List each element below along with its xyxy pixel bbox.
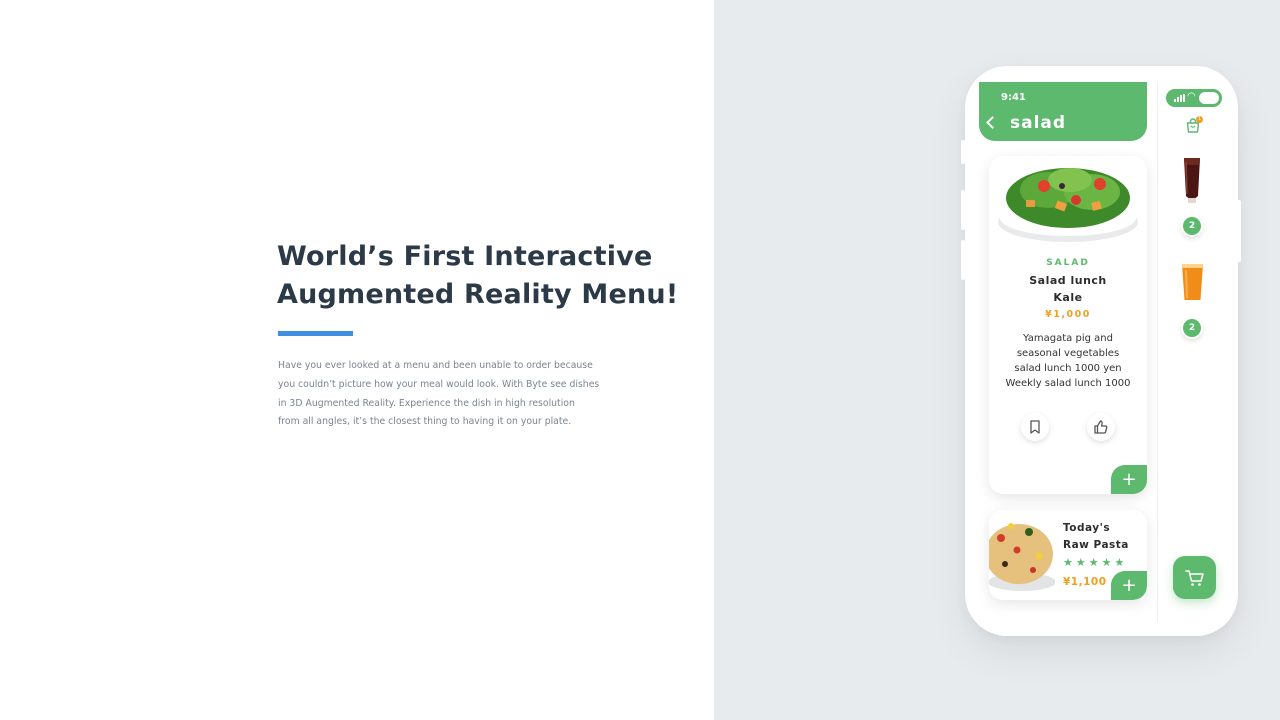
dish-name: Salad lunch Kale: [989, 272, 1147, 306]
accent-bar: [278, 331, 353, 336]
description-line: seasonal vegetables: [1016, 348, 1120, 359]
beer-glass-image[interactable]: [1176, 258, 1209, 306]
star-icon: ★: [1088, 556, 1099, 569]
headline-line-2: Augmented Reality Menu!: [277, 279, 679, 310]
description-line: Weekly salad lunch 1000: [1005, 378, 1131, 389]
cart-icon: [1185, 570, 1204, 586]
dish-name: Today's Raw Pasta: [1063, 520, 1129, 554]
wifi-icon: ◠: [1187, 91, 1196, 102]
dish-name-line-1: Salad lunch: [1029, 274, 1107, 287]
salad-image: [998, 168, 1138, 242]
phone-mute-switch: [961, 140, 965, 164]
dish-price: ¥1,100: [1063, 576, 1107, 588]
phone-volume-down: [961, 240, 965, 280]
app-header: 9:41 salad: [979, 82, 1147, 141]
headline: World’s First Interactive Augmented Real…: [277, 238, 697, 314]
body-copy: Have you ever looked at a menu and been …: [278, 357, 608, 432]
description-line: Yamagata pig and: [1023, 333, 1113, 344]
chevron-left-icon[interactable]: [986, 116, 999, 129]
add-to-cart-button[interactable]: +: [1111, 465, 1147, 494]
quantity-badge: 2: [1181, 317, 1203, 339]
dish-card[interactable]: Today's Raw Pasta ★ ★ ★ ★ ★ ¥1,100 +: [989, 510, 1147, 600]
bag-count-badge: 1: [1196, 116, 1203, 123]
star-icon: ★: [1101, 556, 1112, 569]
pasta-image: [989, 523, 1055, 591]
bookmark-icon: [1030, 420, 1040, 434]
rating-stars: ★ ★ ★ ★ ★: [1063, 557, 1124, 568]
add-to-cart-button[interactable]: +: [1111, 571, 1147, 600]
thumbs-up-icon: [1094, 420, 1108, 434]
quantity-badge: 2: [1181, 215, 1203, 237]
featured-dish-card[interactable]: SALAD Salad lunch Kale ¥1,000 Yamagata p…: [989, 156, 1147, 494]
bookmark-button[interactable]: [1021, 413, 1049, 441]
headline-line-1: World’s First Interactive: [277, 241, 653, 272]
battery-icon: [1199, 92, 1219, 104]
star-icon: ★: [1063, 556, 1073, 569]
page-title: salad: [1010, 113, 1067, 133]
cola-glass-image[interactable]: [1179, 156, 1205, 206]
cart-button[interactable]: [1173, 556, 1216, 599]
body-line: in 3D Augmented Reality. Experience the …: [278, 397, 575, 409]
dish-name-line-2: Raw Pasta: [1063, 539, 1129, 551]
status-time: 9:41: [1001, 92, 1026, 103]
signal-icon: [1174, 94, 1185, 102]
dish-name-line-1: Today's: [1063, 522, 1111, 534]
status-indicators: ◠: [1166, 89, 1222, 107]
dish-price: ¥1,000: [1045, 309, 1091, 320]
body-line: from all angles, it’s the closest thing …: [278, 416, 572, 428]
dish-description: Yamagata pig and seasonal vegetables sal…: [989, 331, 1147, 391]
body-line: you couldn’t picture how your meal would…: [278, 378, 600, 390]
star-icon: ★: [1114, 556, 1125, 569]
dish-category: SALAD: [1046, 258, 1090, 268]
description-line: salad lunch 1000 yen: [1014, 363, 1122, 374]
dish-name-line-2: Kale: [1053, 291, 1083, 304]
body-line: Have you ever looked at a menu and been …: [278, 360, 593, 371]
phone-volume-up: [961, 190, 965, 230]
sidebar-divider: [1157, 82, 1158, 622]
like-button[interactable]: [1087, 413, 1115, 441]
phone-power-button: [1237, 200, 1241, 262]
star-icon: ★: [1075, 556, 1086, 569]
